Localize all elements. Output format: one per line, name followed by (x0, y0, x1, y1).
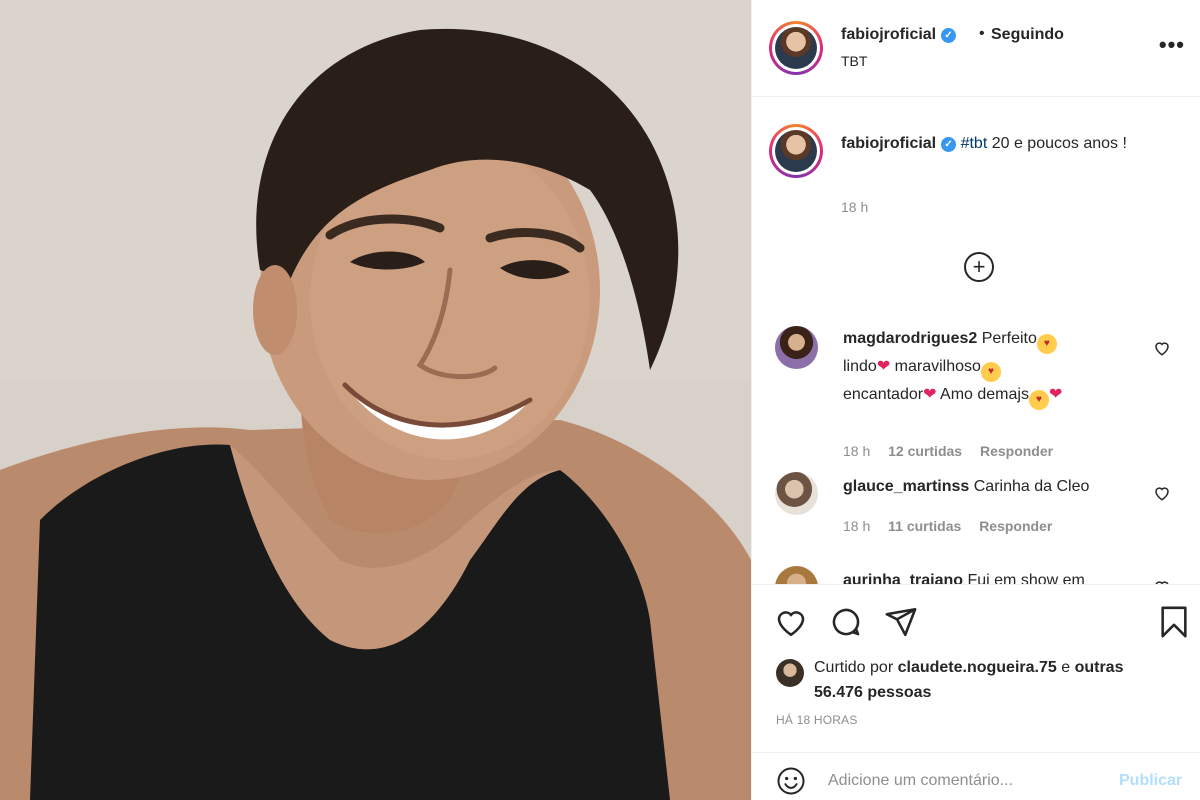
caption-author-avatar[interactable] (769, 124, 823, 178)
commenter-avatar[interactable] (775, 566, 818, 584)
comment-text: glauce_martinss Carinha da Cleo (843, 474, 1143, 499)
comment-fragment: Amo demajs (940, 386, 1029, 403)
comment-meta: 18 h 12 curtidas Responder (843, 443, 1067, 459)
post-side-panel: fabiojroficial ✓ • Seguindo TBT ••• fabio… (751, 0, 1200, 800)
comment-likes[interactable]: 12 curtidas (888, 443, 962, 459)
author-avatar[interactable] (769, 21, 823, 75)
author-username-text[interactable]: fabiojroficial (841, 26, 936, 43)
avatar-photo (775, 130, 817, 172)
publish-button[interactable]: Publicar (1119, 772, 1182, 790)
post-location[interactable]: TBT (841, 53, 867, 69)
caption-body: 20 e poucos anos ! (987, 135, 1127, 152)
share-icon[interactable] (884, 605, 918, 639)
liked-by-prefix: Curtido por (814, 659, 898, 676)
heart-icon[interactable] (774, 605, 808, 639)
comment-text: aurinha_trajano Fui em show em (843, 568, 1143, 584)
header-separator: • (979, 25, 985, 42)
author-username[interactable]: fabiojroficial ✓ (841, 26, 957, 44)
comment-body: Carinha da Cleo (973, 478, 1090, 495)
portrait-illustration (0, 0, 751, 800)
verified-badge-icon: ✓ (941, 28, 957, 43)
heart-eyes-emoji-icon: ♥ (980, 362, 1001, 382)
comment-text: magdarodrigues2 Perfeito ♥ lindo❤ maravil… (843, 326, 1143, 410)
comment-input[interactable] (828, 767, 1108, 795)
comment-like-heart-icon[interactable] (1153, 484, 1171, 502)
liked-by-conjunction: e (1056, 659, 1075, 676)
comment-icon[interactable] (829, 605, 863, 639)
comment-like-heart-icon[interactable] (1153, 339, 1171, 357)
plus-circle-icon: + (972, 254, 986, 279)
caption-text: fabiojroficial ✓ #tbt 20 e poucos anos ! (841, 131, 1181, 156)
caption-username[interactable]: fabiojroficial (841, 135, 936, 152)
load-more-comments-button[interactable]: + (964, 252, 994, 282)
comments-list: magdarodrigues2 Perfeito ♥ lindo❤ maravil… (752, 300, 1200, 584)
bookmark-icon[interactable] (1157, 605, 1191, 639)
comment-body: Fui em show em (967, 572, 1085, 584)
heart-eyes-emoji-icon: ♥ (1028, 390, 1049, 410)
add-comment-bar: Publicar (752, 752, 1200, 800)
caption-timestamp[interactable]: 18 h (841, 199, 868, 215)
comment-fragment: encantador (843, 386, 924, 403)
comment-reply-button[interactable]: Responder (979, 518, 1052, 534)
commenter-avatar[interactable] (775, 472, 818, 515)
verified-badge-icon: ✓ (941, 137, 957, 152)
comment-username[interactable]: glauce_martinss (843, 478, 969, 495)
comment-reply-button[interactable]: Responder (980, 443, 1053, 459)
comment-fragment: Perfeito (981, 330, 1037, 347)
caption-hashtag[interactable]: #tbt (961, 135, 988, 152)
post-actions: Curtido por claudete.nogueira.75 e outra… (752, 584, 1200, 744)
comment-likes[interactable]: 11 curtidas (888, 518, 961, 534)
liker-username[interactable]: claudete.nogueira.75 (898, 659, 1057, 676)
liker-avatar[interactable] (776, 659, 804, 687)
comment-username[interactable]: magdarodrigues2 (843, 330, 977, 347)
comment-time[interactable]: 18 h (843, 518, 870, 534)
post-timestamp[interactable]: HÁ 18 HORAS (776, 713, 858, 727)
instagram-post: fabiojroficial ✓ • Seguindo TBT ••• fabio… (0, 0, 1200, 800)
heart-eyes-emoji-icon: ♥ (1036, 334, 1057, 354)
red-heart-emoji-icon: ❤ (1048, 386, 1063, 403)
liked-by-text: Curtido por claudete.nogueira.75 e outra… (814, 655, 1134, 705)
more-options-icon[interactable]: ••• (1159, 32, 1185, 58)
post-photo[interactable] (0, 0, 751, 800)
comment-meta: 18 h 11 curtidas Responder (843, 518, 1066, 534)
comment-fragment: maravilhoso (894, 358, 981, 375)
commenter-avatar[interactable] (775, 326, 818, 369)
following-button[interactable]: Seguindo (991, 26, 1064, 44)
smiley-icon[interactable] (776, 766, 806, 796)
post-header: fabiojroficial ✓ • Seguindo TBT ••• (752, 0, 1200, 97)
comment-time[interactable]: 18 h (843, 443, 870, 459)
avatar-photo (775, 27, 817, 69)
comment-fragment: lindo (843, 358, 877, 375)
red-heart-emoji-icon: ❤ (876, 358, 891, 375)
comment-username[interactable]: aurinha_trajano (843, 572, 963, 584)
red-heart-emoji-icon: ❤ (923, 386, 937, 403)
